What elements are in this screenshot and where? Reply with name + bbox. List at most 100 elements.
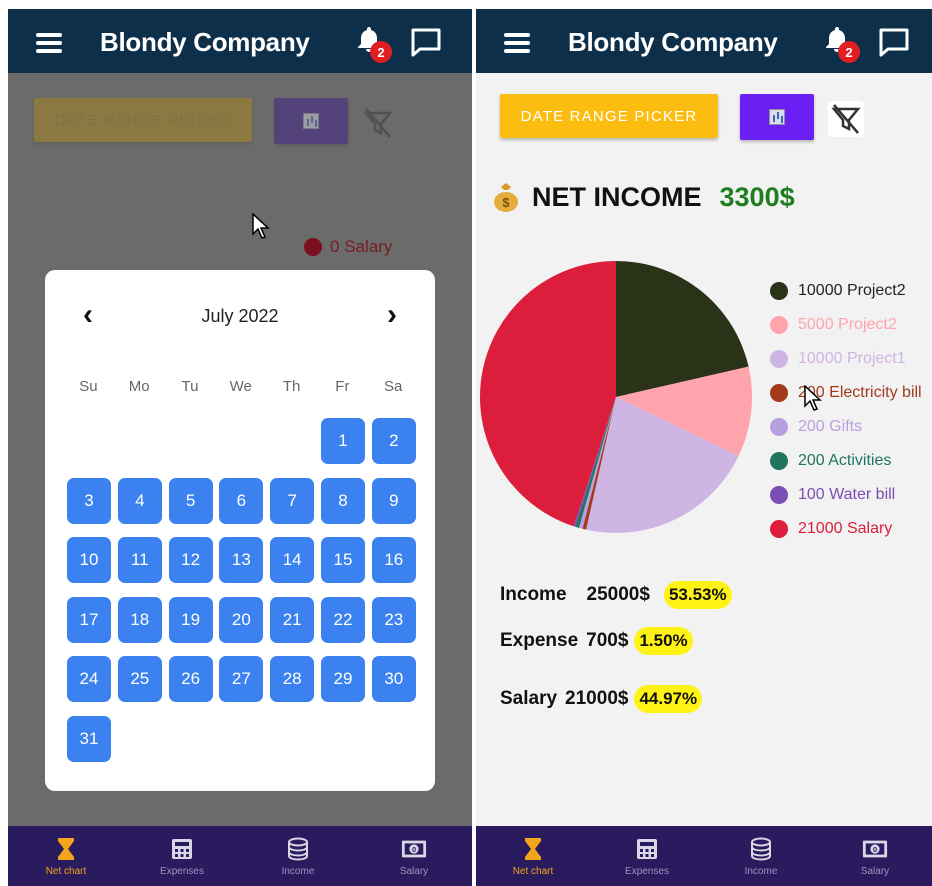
day-cell[interactable]: 5 [168, 477, 213, 524]
legend-text: 0 Salary [330, 237, 393, 256]
day-cell[interactable]: 7 [270, 477, 315, 524]
day-cell[interactable]: 12 [168, 537, 213, 583]
expense-percent-badge: 1.50% [634, 627, 693, 655]
legend-dot [304, 238, 322, 256]
day-cell[interactable]: 29 [321, 656, 365, 702]
nav-item-income[interactable]: Income [240, 826, 356, 886]
bottom-nav: Net chart Expenses Income 0 Salary [476, 826, 932, 886]
day-cell[interactable]: 31 [67, 715, 111, 762]
nav-item-salary[interactable]: 0 Salary [818, 826, 932, 886]
weekday-label: Mo [128, 378, 150, 395]
chat-icon[interactable] [878, 27, 910, 57]
day-cell[interactable]: 13 [219, 537, 264, 583]
bell-icon[interactable]: 2 [356, 25, 392, 63]
chat-icon[interactable] [410, 27, 442, 57]
chart-button[interactable] [274, 98, 348, 144]
legend-label: 5000 Project2 [798, 316, 897, 333]
nav-item-net-chart[interactable]: Net chart [8, 826, 124, 886]
legend-item[interactable]: 10000 Project1 [770, 342, 922, 376]
legend-dot [770, 316, 788, 334]
legend-item[interactable]: 100 Water bill [770, 478, 922, 512]
day-cell[interactable]: 22 [321, 596, 365, 643]
salary-percent-badge: 44.97% [634, 685, 703, 713]
legend-dot [770, 384, 788, 402]
nav-label: Income [281, 865, 315, 877]
weekday-label: We [229, 378, 252, 395]
date-range-picker-button[interactable]: DATE RANGE PICKER [34, 98, 252, 142]
income-stat: Income 25000$ 53.53% [500, 581, 732, 609]
nav-item-expenses[interactable]: Expenses [590, 826, 704, 886]
legend-dot [770, 486, 788, 504]
legend-item[interactable]: 21000 Salary [770, 512, 922, 546]
weekday-label: Th [282, 378, 301, 395]
day-cell[interactable]: 17 [67, 596, 111, 643]
legend-item[interactable]: 200 Activities [770, 444, 922, 478]
filter-off-icon[interactable] [360, 105, 396, 141]
chart-button[interactable] [740, 94, 814, 140]
bell-icon[interactable]: 2 [824, 25, 860, 63]
bar-chart-icon [303, 113, 319, 129]
day-cell[interactable]: 28 [270, 656, 315, 702]
calculator-icon [634, 836, 660, 862]
day-cell[interactable]: 30 [371, 656, 416, 702]
day-cell[interactable]: 6 [219, 477, 264, 524]
legend-dot [770, 282, 788, 300]
notification-badge: 2 [370, 41, 392, 63]
svg-text:$: $ [502, 195, 510, 210]
bottom-nav: Net chart Expenses Income 0 Salary [8, 826, 472, 886]
legend-item[interactable]: 200 Gifts [770, 410, 922, 444]
day-cell[interactable]: 4 [117, 477, 162, 524]
income-percent-badge: 53.53% [663, 581, 732, 609]
day-cell[interactable]: 14 [270, 537, 315, 583]
day-cell[interactable]: 27 [219, 656, 264, 702]
day-cell[interactable]: 11 [117, 537, 162, 583]
day-cell[interactable]: 16 [371, 537, 416, 583]
app-bar: Blondy Company 2 [476, 9, 932, 73]
money-icon: 0 [862, 836, 888, 862]
legend-item[interactable]: 200 Electricity bill [770, 376, 922, 410]
day-cell[interactable]: 9 [371, 477, 416, 524]
day-cell[interactable]: 24 [67, 656, 111, 702]
expense-pie-chart [480, 261, 752, 533]
menu-icon[interactable] [504, 33, 530, 53]
day-cell[interactable]: 19 [168, 596, 213, 643]
nav-item-income[interactable]: Income [704, 826, 818, 886]
day-cell[interactable]: 8 [321, 477, 365, 524]
calculator-icon [169, 836, 195, 862]
legend-item[interactable]: 10000 Project2 [770, 274, 922, 308]
filter-off-icon[interactable] [828, 101, 864, 137]
day-cell[interactable]: 20 [219, 596, 264, 643]
svg-text:0: 0 [873, 845, 877, 854]
day-cell[interactable]: 2 [371, 418, 416, 464]
next-month-button[interactable]: › [377, 300, 407, 332]
weekday-label: Tu [181, 378, 199, 395]
menu-icon[interactable] [36, 33, 62, 53]
day-cell[interactable]: 23 [371, 596, 416, 643]
legend-item[interactable]: 5000 Project2 [770, 308, 922, 342]
phone-screen-chart: Blondy Company 2 DATE RANGE PICKER $ NET… [476, 9, 932, 886]
day-cell[interactable]: 15 [321, 537, 365, 583]
database-icon [285, 836, 311, 862]
legend-label: 10000 Project1 [798, 350, 906, 367]
legend-dot [770, 418, 788, 436]
date-range-picker-button[interactable]: DATE RANGE PICKER [500, 94, 718, 138]
nav-item-salary[interactable]: 0 Salary [356, 826, 472, 886]
nav-label: Net chart [512, 865, 554, 877]
weekday-label: Sa [384, 378, 403, 395]
notification-badge: 2 [838, 41, 860, 63]
expense-stat: Expense 700$ 1.50% [500, 627, 693, 655]
day-cell[interactable]: 26 [168, 656, 213, 702]
expense-value: 700$ [586, 630, 629, 651]
nav-item-net-chart[interactable]: Net chart [476, 826, 590, 886]
day-cell[interactable]: 21 [270, 596, 315, 643]
day-cell[interactable]: 25 [117, 656, 162, 702]
svg-text:0: 0 [412, 845, 416, 854]
nav-label: Salary [860, 865, 890, 877]
weekday-label: Su [79, 378, 98, 395]
day-cell[interactable]: 10 [67, 537, 111, 583]
day-cell[interactable]: 18 [117, 596, 162, 643]
day-cell[interactable]: 1 [321, 418, 365, 464]
nav-item-expenses[interactable]: Expenses [124, 826, 240, 886]
weekday-row: Su Mo Tu We Th Fr Sa [63, 378, 419, 395]
day-cell[interactable]: 3 [67, 477, 111, 524]
